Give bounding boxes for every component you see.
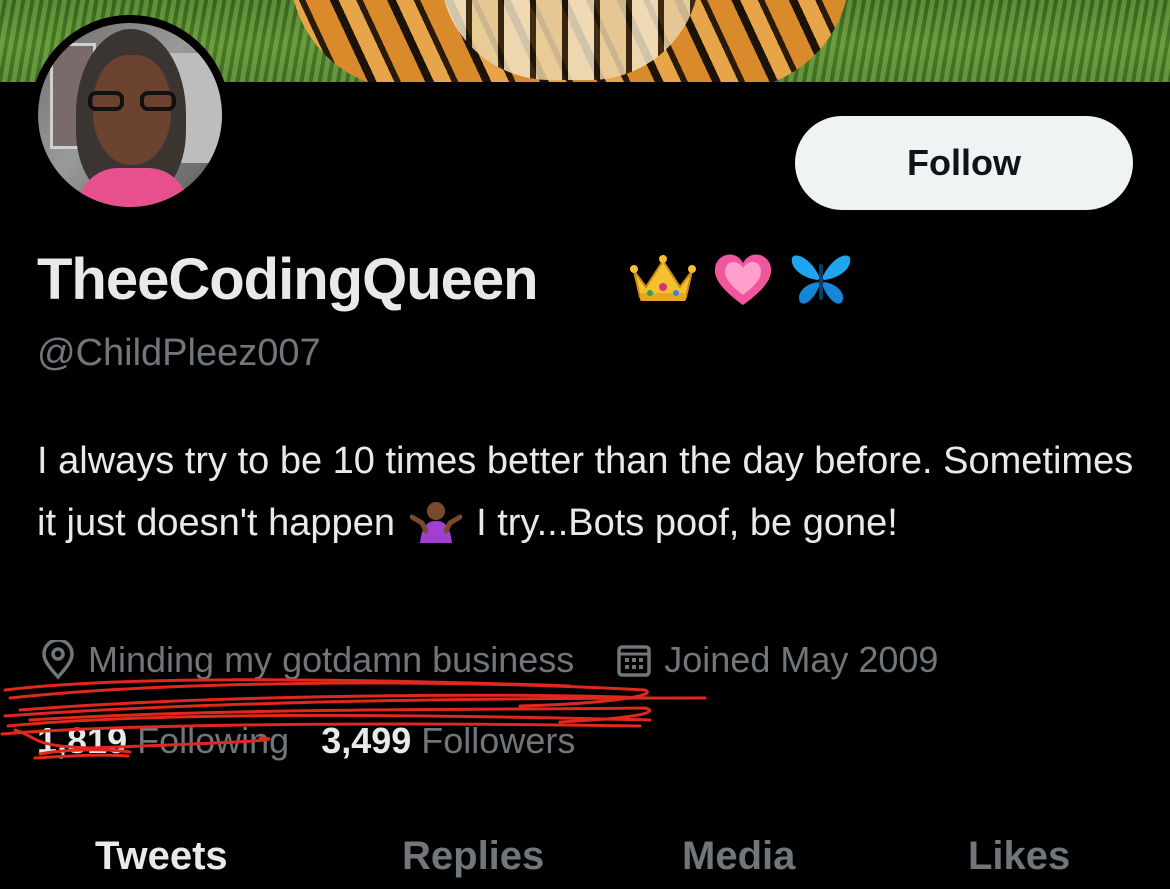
- followers-count: 3,499: [321, 720, 412, 761]
- location-pin-icon: [42, 640, 74, 680]
- crown-emoji-icon: [630, 255, 696, 301]
- name-emojis: [630, 246, 852, 312]
- butterfly-emoji-icon: [791, 255, 851, 304]
- profile-bio: I always try to be 10 times better than …: [37, 430, 1147, 554]
- following-label: Following: [137, 720, 290, 761]
- user-handle: @ChildPleez007: [37, 332, 321, 374]
- display-name: TheeCodingQueen: [37, 247, 539, 312]
- tab-tweets[interactable]: Tweets: [95, 834, 228, 879]
- avatar-photo: [38, 23, 222, 207]
- heart-emoji-icon: [714, 254, 772, 305]
- follow-stats: 1,819 Following 3,499 Followers: [37, 720, 575, 762]
- tab-replies[interactable]: Replies: [402, 834, 544, 879]
- follow-button[interactable]: Follow: [795, 116, 1133, 210]
- tab-media[interactable]: Media: [682, 834, 795, 879]
- profile-tabs: Tweets Replies Media Likes: [0, 828, 1170, 889]
- profile-meta: Minding my gotdamn business Joined May 2…: [40, 638, 938, 682]
- join-date-text: Joined May 2009: [664, 639, 939, 680]
- tab-likes[interactable]: Likes: [968, 834, 1070, 879]
- calendar-icon: [617, 645, 651, 677]
- following-count: 1,819: [37, 720, 128, 761]
- location-text: Minding my gotdamn business: [88, 639, 575, 680]
- following-link[interactable]: 1,819 Following: [37, 720, 289, 761]
- followers-label: Followers: [421, 720, 576, 761]
- avatar[interactable]: [30, 15, 230, 215]
- followers-link[interactable]: 3,499 Followers: [321, 720, 575, 761]
- person-shrugging-emoji-icon: [409, 502, 462, 543]
- bio-text-end: I try...Bots poof, be gone!: [465, 502, 898, 544]
- join-date: Joined May 2009: [616, 639, 938, 681]
- banner-tiger-image: [290, 0, 850, 82]
